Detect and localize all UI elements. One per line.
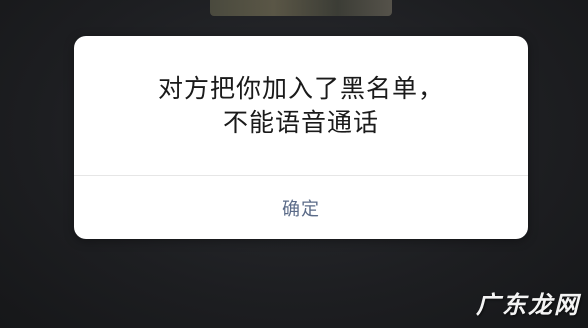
dialog-message-line2: 不能语音通话 bbox=[222, 108, 379, 137]
dialog-message-line1: 对方把你加入了黑名单， bbox=[157, 74, 444, 103]
watermark: 广东龙网 bbox=[476, 291, 580, 319]
dialog-message: 对方把你加入了黑名单， 不能语音通话 bbox=[74, 72, 528, 140]
alert-dialog: 对方把你加入了黑名单， 不能语音通话 确定 bbox=[74, 36, 528, 239]
confirm-button[interactable]: 确定 bbox=[74, 176, 528, 239]
video-thumbnail bbox=[210, 0, 392, 16]
